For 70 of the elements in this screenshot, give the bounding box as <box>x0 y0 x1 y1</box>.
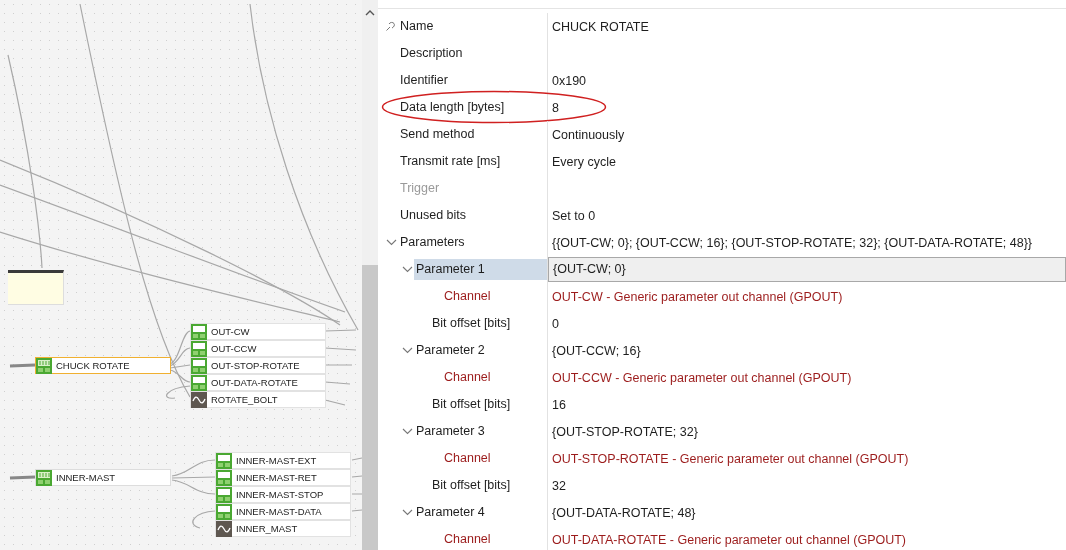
property-value: {{OUT-CW; 0}; {OUT-CCW; 16}; {OUT-STOP-ROTATE; 32}; {OUT-DATA-ROTATE; 48}} <box>551 235 1032 250</box>
message-icon <box>36 469 52 486</box>
property-value: 0x190 <box>551 73 587 88</box>
property-label[interactable]: Parameter 3 <box>414 421 487 442</box>
property-label[interactable]: Channel <box>430 529 493 550</box>
property-value: {OUT-STOP-ROTATE; 32} <box>551 424 698 439</box>
node-label: CHUCK ROTATE <box>55 360 130 371</box>
wave-icon <box>216 520 232 537</box>
property-value: OUT-CW - Generic parameter out channel (GPOUT) <box>551 289 843 304</box>
property-label[interactable]: Unused bits <box>398 205 468 226</box>
output-row[interactable]: INNER-MAST-STOP <box>215 486 351 503</box>
property-label[interactable]: Data length [bytes] <box>398 97 507 118</box>
scroll-up-icon[interactable] <box>365 9 375 17</box>
property-label[interactable]: Send method <box>398 124 477 145</box>
property-value: 0 <box>551 316 559 331</box>
property-label[interactable]: Bit offset [bits] <box>430 313 513 334</box>
output-row[interactable]: OUT-DATA-ROTATE <box>190 374 326 391</box>
value-field[interactable]: {OUT-CW; 0} <box>548 257 1066 282</box>
property-value: Continuously <box>551 127 625 142</box>
property-label[interactable]: Transmit rate [ms] <box>398 151 503 172</box>
output-label: OUT-CCW <box>210 343 257 354</box>
scrollbar[interactable] <box>362 0 378 550</box>
property-label[interactable]: Bit offset [bits] <box>430 394 513 415</box>
property-label[interactable]: Description <box>398 43 465 64</box>
property-value: OUT-CCW - Generic parameter out channel (GPOUT) <box>551 370 852 385</box>
output-label: OUT-DATA-ROTATE <box>210 377 298 388</box>
output-label: INNER-MAST-STOP <box>235 489 324 500</box>
property-label[interactable]: Identifier <box>398 70 450 91</box>
node-card[interactable]: INNER-MAST <box>35 469 171 486</box>
output-label: INNER-MAST-EXT <box>235 455 317 466</box>
property-value: OUT-DATA-ROTATE - Generic parameter out channel (GPOUT) <box>551 532 907 547</box>
property-value: Set to 0 <box>551 208 596 223</box>
output-row[interactable]: INNER-MAST-RET <box>215 469 351 486</box>
output-label: OUT-STOP-ROTATE <box>210 360 300 371</box>
output-row[interactable]: OUT-STOP-ROTATE <box>190 357 326 374</box>
property-value: CHUCK ROTATE <box>551 19 649 34</box>
note-card <box>8 270 64 305</box>
property-label[interactable]: Parameter 2 <box>414 340 487 361</box>
message-icon <box>36 357 52 374</box>
property-value: 16 <box>551 397 566 412</box>
output-label: INNER-MAST-DATA <box>235 506 322 517</box>
output-label: OUT-CW <box>210 326 250 337</box>
property-value: 32 <box>551 478 566 493</box>
output-row[interactable]: INNER-MAST-EXT <box>215 452 351 469</box>
property-label[interactable]: Channel <box>430 286 493 307</box>
scrollbar-thumb[interactable] <box>362 265 378 550</box>
node-card[interactable]: CHUCK ROTATE <box>35 357 171 374</box>
node-label: INNER-MAST <box>55 472 116 483</box>
output-row[interactable]: OUT-CW <box>190 323 326 340</box>
output-row[interactable]: INNER-MAST-DATA <box>215 503 351 520</box>
property-label[interactable]: Parameter 4 <box>414 502 487 523</box>
output-row[interactable]: INNER_MAST <box>215 520 351 537</box>
property-label[interactable]: Bit offset [bits] <box>430 475 513 496</box>
output-row[interactable]: ROTATE_BOLT <box>190 391 326 408</box>
property-label[interactable]: Parameters <box>398 232 467 253</box>
property-value: Every cycle <box>551 154 616 169</box>
property-label[interactable]: Name <box>398 16 436 37</box>
wave-icon <box>191 391 207 408</box>
output-label: ROTATE_BOLT <box>210 394 278 405</box>
link-icon <box>385 21 396 32</box>
property-label[interactable]: Channel <box>430 367 493 388</box>
property-value: {OUT-CCW; 16} <box>551 343 641 358</box>
property-value: {OUT-DATA-ROTATE; 48} <box>551 505 696 520</box>
property-value: 8 <box>551 100 559 115</box>
property-value: OUT-STOP-ROTATE - Generic parameter out channel (GPOUT) <box>551 451 909 466</box>
output-label: INNER_MAST <box>235 523 298 534</box>
output-row[interactable]: OUT-CCW <box>190 340 326 357</box>
output-label: INNER-MAST-RET <box>235 472 317 483</box>
property-label[interactable]: Channel <box>430 448 493 469</box>
property-label[interactable]: Parameter 1 <box>414 259 547 280</box>
